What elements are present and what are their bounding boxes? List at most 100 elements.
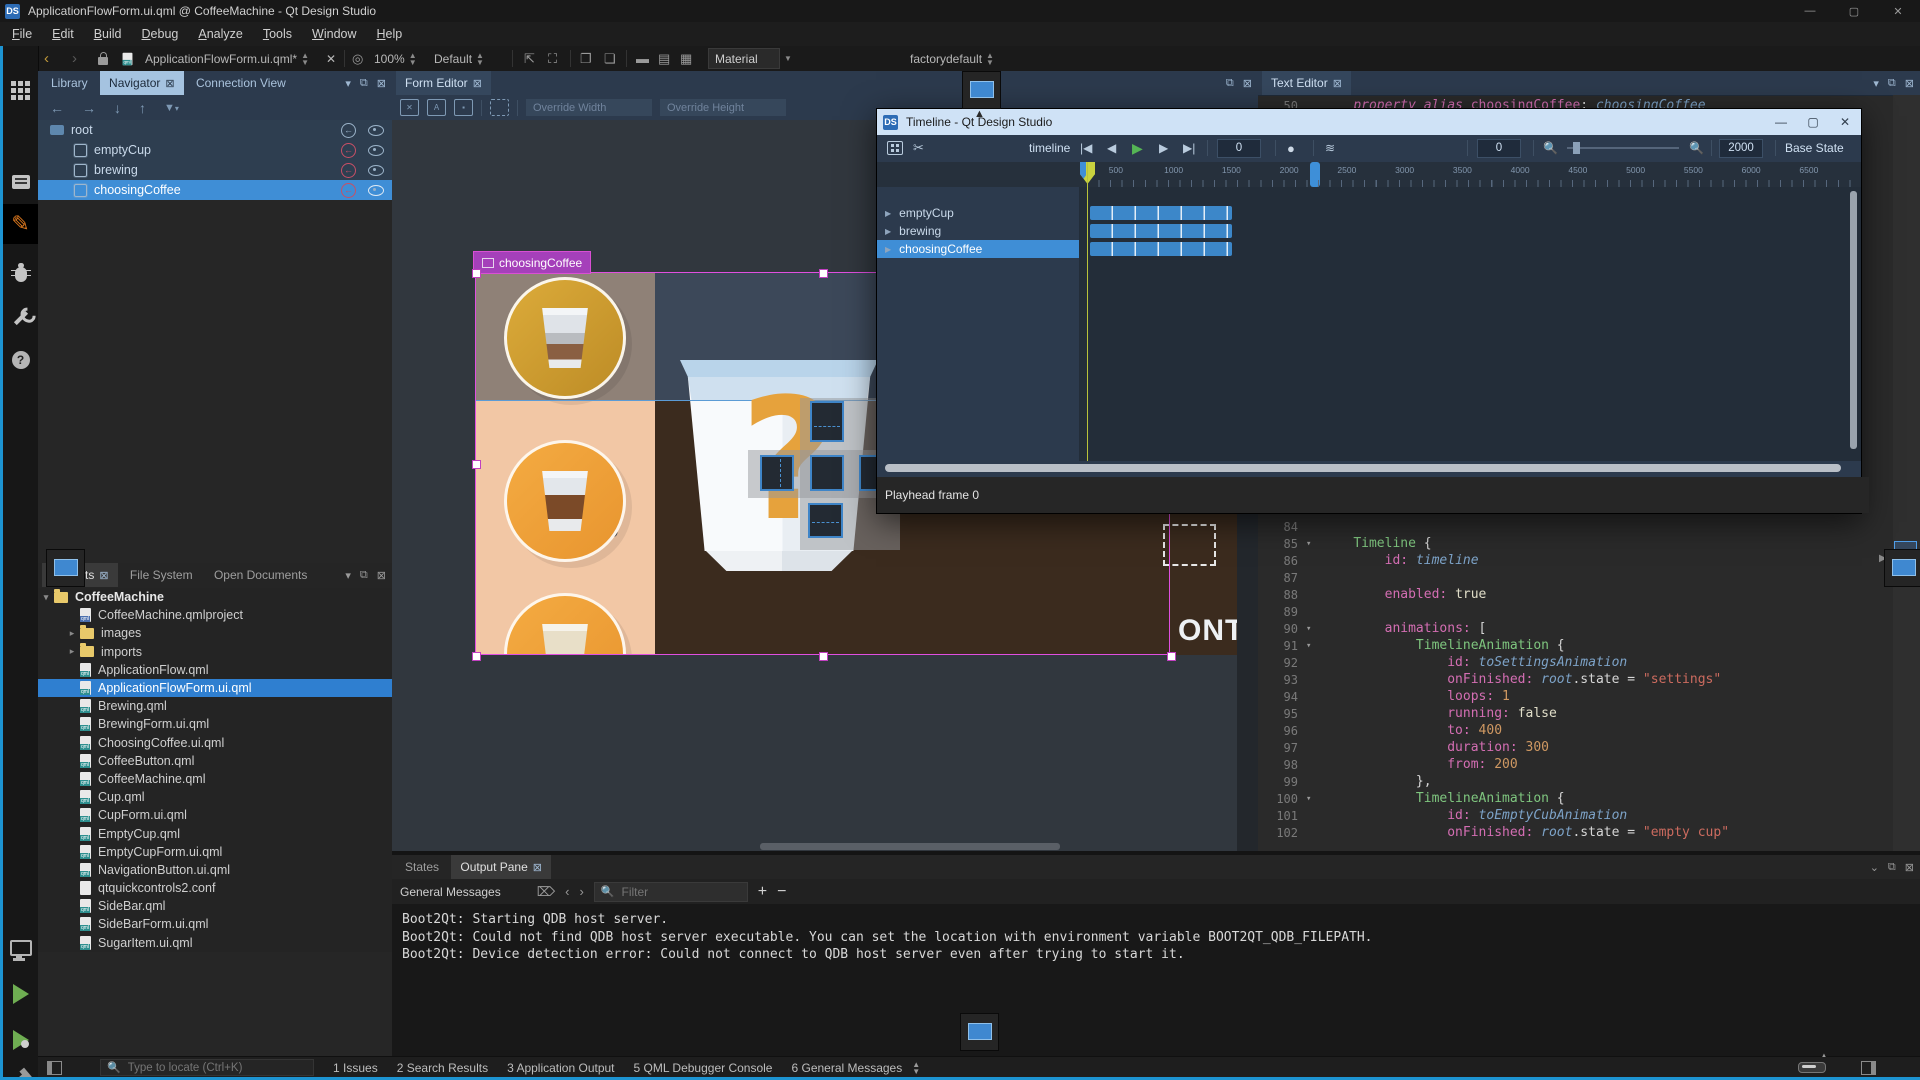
- timeline-ruler[interactable]: 5001000150020002500300035004000450050005…: [877, 162, 1861, 188]
- project-file-row[interactable]: SideBarForm.ui.qml: [38, 915, 392, 933]
- frame-selection-icon[interactable]: ⛶: [548, 46, 557, 71]
- selection-tag[interactable]: choosingCoffee: [473, 251, 591, 274]
- code-line[interactable]: 86 id: timeline: [1258, 552, 1893, 569]
- playhead-frame-field[interactable]: 0: [1477, 135, 1521, 161]
- output-filter[interactable]: 🔍: [594, 882, 748, 902]
- maximize-button[interactable]: ▢: [1832, 0, 1876, 22]
- navigator-item[interactable]: emptyCup ←: [38, 140, 392, 160]
- tab-output-pane[interactable]: Output Pane⊠: [451, 855, 551, 879]
- current-frame-field[interactable]: 0: [1217, 135, 1261, 161]
- menu-item[interactable]: File: [2, 27, 42, 41]
- tab-connection-view[interactable]: Connection View: [187, 71, 295, 95]
- panel-menu-icon[interactable]: ▾: [1873, 77, 1879, 90]
- kit-selector[interactable]: factorydefault▲▼: [910, 46, 994, 71]
- menu-item[interactable]: Help: [367, 27, 413, 41]
- fold-marker-icon[interactable]: ▾: [1306, 641, 1322, 651]
- output-pane-button[interactable]: 1 Issues: [333, 1061, 378, 1075]
- split-panel-icon[interactable]: ⧉: [360, 77, 368, 90]
- debug-run-button[interactable]: [3, 1022, 38, 1058]
- menu-item[interactable]: Window: [302, 27, 366, 41]
- keyframe-bar-brewing[interactable]: [1090, 224, 1232, 238]
- tab-text-editor[interactable]: Text Editor⊠: [1262, 71, 1351, 95]
- output-pane-button[interactable]: 5 QML Debugger Console: [634, 1061, 773, 1075]
- end-frame-field[interactable]: 2000: [1719, 135, 1763, 161]
- split-pane-icon[interactable]: ⧉: [1888, 861, 1896, 874]
- move-right-icon[interactable]: →: [82, 100, 96, 116]
- back-icon[interactable]: ‹: [44, 46, 49, 71]
- project-file-row[interactable]: EmptyCupForm.ui.qml: [38, 843, 392, 861]
- grid-view-icon[interactable]: ▦: [680, 46, 692, 71]
- navigator-item[interactable]: brewing ←: [38, 160, 392, 180]
- state-label[interactable]: Base State: [1785, 135, 1844, 161]
- zoom-level-selector[interactable]: 100%▲▼: [374, 46, 417, 71]
- close-tab-icon[interactable]: ⊠: [1333, 77, 1342, 90]
- output-channel-selector[interactable]: General Messages: [400, 885, 501, 899]
- code-line[interactable]: 99 },: [1258, 773, 1893, 790]
- split-panel-icon[interactable]: ⧉: [1226, 77, 1234, 90]
- toggle-left-sidebar-icon[interactable]: [47, 1061, 62, 1075]
- menu-item[interactable]: Tools: [253, 27, 302, 41]
- project-file-row[interactable]: ChoosingCoffee.ui.qml: [38, 734, 392, 752]
- keyframe-bar-emptycup[interactable]: [1090, 206, 1232, 220]
- export-toggle-icon[interactable]: ←: [341, 123, 356, 138]
- forward-icon[interactable]: ›: [72, 46, 77, 71]
- output-pane-button[interactable]: 2 Search Results: [397, 1061, 488, 1075]
- build-progress-icon[interactable]: [1798, 1062, 1826, 1073]
- list-view-icon[interactable]: ▬: [636, 46, 649, 71]
- zoom-in-icon[interactable]: 🔍: [1689, 135, 1704, 161]
- locator-input[interactable]: [126, 1061, 295, 1075]
- visibility-eye-icon[interactable]: [368, 185, 384, 196]
- project-file-row[interactable]: ApplicationFlowForm.ui.qml: [38, 679, 392, 697]
- close-tab-icon[interactable]: ⊠: [533, 861, 542, 874]
- panel-menu-icon[interactable]: ▾: [345, 569, 351, 582]
- project-file-row[interactable]: CoffeeButton.qml: [38, 752, 392, 770]
- timeline-vertical-scrollbar[interactable]: [1850, 191, 1857, 449]
- edit-mode-icon[interactable]: [3, 164, 38, 200]
- resize-handle[interactable]: [472, 460, 481, 469]
- keyframe-bar-choosingcoffee[interactable]: [1090, 242, 1232, 256]
- menu-item[interactable]: Build: [84, 27, 132, 41]
- welcome-mode-icon[interactable]: [3, 72, 38, 108]
- detail-view-icon[interactable]: ▤: [658, 46, 670, 71]
- project-file-row[interactable]: qtquickcontrols2.conf: [38, 879, 392, 897]
- close-button[interactable]: ✕: [1829, 109, 1861, 135]
- project-file-row[interactable]: SugarItem.ui.qml: [38, 934, 392, 952]
- minimize-button[interactable]: —: [1788, 0, 1832, 22]
- kit-selector-icon[interactable]: [3, 930, 38, 966]
- expander-icon[interactable]: ▸: [64, 628, 80, 639]
- tab-form-editor[interactable]: Form Editor⊠: [396, 71, 491, 95]
- code-block[interactable]: 84 85 ▾ Timeline { 86 id: timeline: [1258, 518, 1893, 841]
- code-line[interactable]: 87: [1258, 569, 1893, 586]
- export-assets-icon[interactable]: ⇱: [524, 46, 535, 71]
- timeline-horizontal-scrollbar[interactable]: [885, 464, 1841, 472]
- debug-mode-icon[interactable]: [3, 256, 38, 292]
- copy-frame-icon[interactable]: ❐: [580, 46, 592, 71]
- export-toggle-icon[interactable]: ←: [341, 163, 356, 178]
- locator-field[interactable]: 🔍: [100, 1059, 314, 1076]
- help-mode-icon[interactable]: ?: [3, 342, 38, 378]
- to-end-button[interactable]: ▶|: [1183, 135, 1195, 161]
- collapse-pane-icon[interactable]: ⌄: [1870, 861, 1879, 874]
- code-line[interactable]: 93 onFinished: root.state = "settings": [1258, 671, 1893, 688]
- zoom-out-text-icon[interactable]: −: [777, 883, 786, 901]
- prev-output-icon[interactable]: ‹: [565, 884, 569, 899]
- code-line[interactable]: 84: [1258, 518, 1893, 535]
- expand-track-icon[interactable]: ▶: [885, 245, 891, 254]
- project-file-row[interactable]: CoffeeMachine.qml: [38, 770, 392, 788]
- code-line[interactable]: 91 ▾ TimelineAnimation {: [1258, 637, 1893, 654]
- close-panel-icon[interactable]: ⊠: [377, 569, 386, 582]
- console-output[interactable]: Boot2Qt: Starting QDB host server.Boot2Q…: [392, 904, 1920, 1064]
- timeline-settings-icon[interactable]: [887, 135, 903, 161]
- project-file-row[interactable]: ▾ CoffeeMachine: [38, 588, 392, 606]
- design-mode-icon[interactable]: ✎: [3, 204, 38, 244]
- project-file-row[interactable]: ApplicationFlow.qml: [38, 661, 392, 679]
- code-line[interactable]: 90 ▾ animations: [: [1258, 620, 1893, 637]
- fold-marker-icon[interactable]: ▾: [1306, 539, 1322, 549]
- expander-icon[interactable]: ▸: [64, 646, 80, 657]
- run-button[interactable]: [3, 976, 38, 1012]
- fold-marker-icon[interactable]: ▾: [1306, 794, 1322, 804]
- timeline-titlebar[interactable]: DS Timeline - Qt Design Studio — ▢ ✕: [877, 109, 1861, 135]
- material-selector[interactable]: Material ▼: [708, 46, 792, 71]
- next-output-icon[interactable]: ›: [579, 884, 583, 899]
- split-panel-icon[interactable]: ⧉: [360, 569, 368, 582]
